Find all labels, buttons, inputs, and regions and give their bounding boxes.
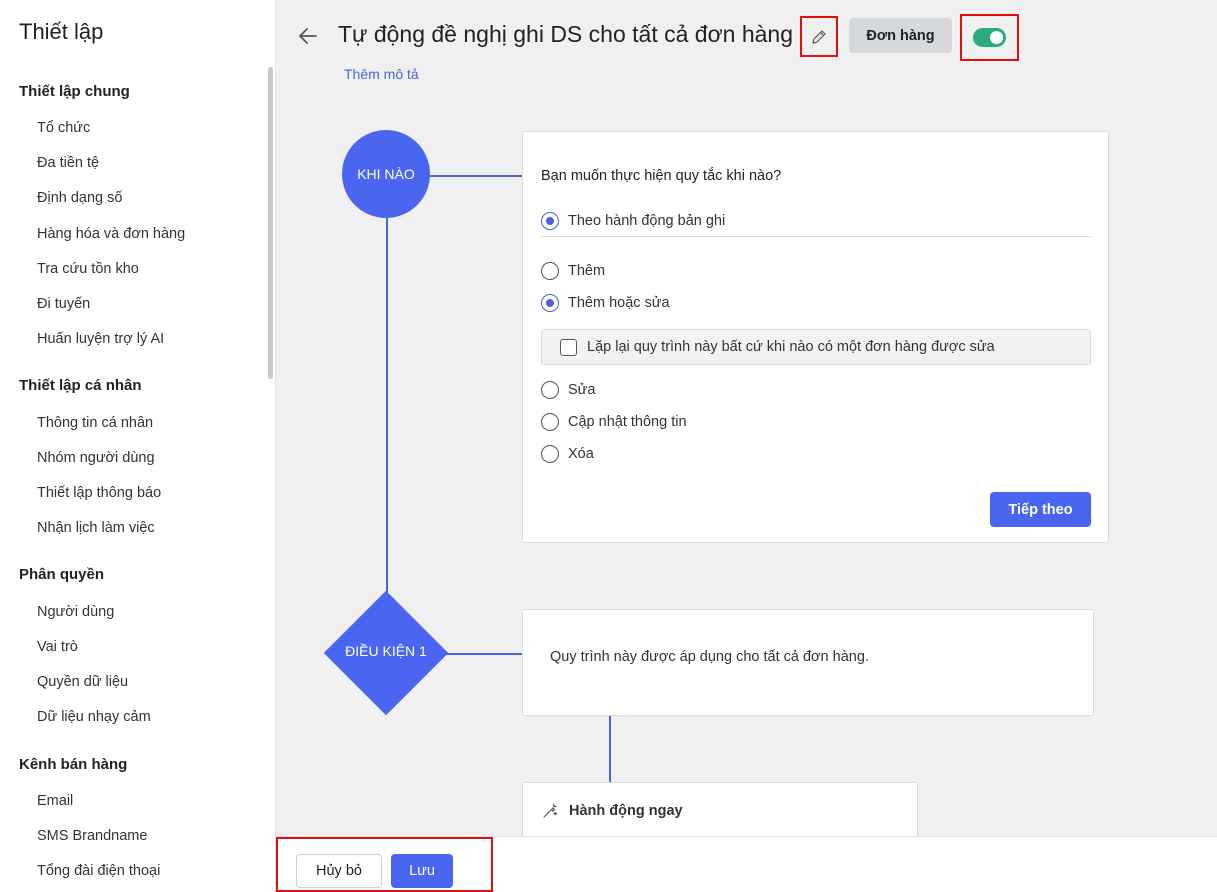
option-label: Sửa bbox=[568, 382, 596, 398]
object-type-badge: Đơn hàng bbox=[849, 18, 952, 53]
flow-connector-when bbox=[430, 175, 522, 177]
radio-icon[interactable] bbox=[541, 413, 559, 431]
when-question: Bạn muốn thực hiện quy tắc khi nào? bbox=[541, 168, 782, 184]
sidebar-group-general: Thiết lập chung bbox=[19, 83, 130, 100]
workflow-title: Tự động đề nghị ghi DS cho tất cả đơn hà… bbox=[338, 21, 794, 47]
option-add-or-edit[interactable]: Thêm hoặc sửa bbox=[541, 294, 670, 312]
sidebar-item-routes[interactable]: Đi tuyến bbox=[37, 296, 90, 312]
sidebar-item-number-format[interactable]: Định dạng số bbox=[37, 190, 122, 206]
repeat-option-label: Lặp lại quy trình này bất cứ khi nào có … bbox=[587, 339, 995, 355]
sidebar-item-sensitive-data[interactable]: Dữ liệu nhạy cảm bbox=[37, 709, 151, 725]
action-label: Hành động ngay bbox=[569, 803, 683, 819]
sidebar-item-roles[interactable]: Vai trò bbox=[37, 639, 78, 655]
back-arrow-icon[interactable] bbox=[296, 24, 320, 48]
sidebar-group-permissions: Phân quyền bbox=[19, 566, 105, 583]
action-card[interactable]: Hành động ngay bbox=[522, 782, 918, 836]
sidebar-item-user-groups[interactable]: Nhóm người dùng bbox=[37, 450, 155, 466]
sidebar-group-sales-channels: Kênh bán hàng bbox=[19, 756, 128, 773]
radio-selected-icon[interactable] bbox=[541, 212, 559, 230]
condition-node-label: ĐIỀU KIỆN 1 bbox=[345, 643, 427, 659]
repeat-option[interactable]: Lặp lại quy trình này bất cứ khi nào có … bbox=[541, 329, 1091, 365]
flow-connector-condition bbox=[446, 653, 522, 655]
sidebar-item-notification-settings[interactable]: Thiết lập thông báo bbox=[37, 485, 161, 501]
sidebar-item-inventory-lookup[interactable]: Tra cứu tồn kho bbox=[37, 261, 139, 277]
sidebar-item-call-center[interactable]: Tổng đài điện thoại bbox=[37, 863, 160, 879]
action-row[interactable]: Hành động ngay bbox=[541, 802, 683, 820]
condition-text: Quy trình này được áp dụng cho tất cả đơ… bbox=[550, 649, 869, 665]
sidebar-item-multi-currency[interactable]: Đa tiền tệ bbox=[37, 155, 99, 171]
trigger-option-record-action[interactable]: Theo hành động bản ghi bbox=[541, 212, 725, 230]
sidebar-item-organization[interactable]: Tổ chức bbox=[37, 120, 90, 136]
active-toggle[interactable] bbox=[973, 28, 1006, 47]
add-description-link[interactable]: Thêm mô tả bbox=[344, 66, 419, 82]
when-card: Bạn muốn thực hiện quy tắc khi nào? Theo… bbox=[522, 131, 1109, 543]
sidebar-item-email[interactable]: Email bbox=[37, 793, 73, 809]
flow-connector-vertical bbox=[386, 218, 388, 598]
magic-wand-icon bbox=[543, 803, 558, 818]
workflow-editor: Tự động đề nghị ghi DS cho tất cả đơn hà… bbox=[276, 0, 1217, 836]
trigger-option-label: Theo hành động bản ghi bbox=[568, 213, 726, 229]
checkbox-icon[interactable] bbox=[560, 338, 577, 356]
option-label: Thêm bbox=[568, 263, 606, 279]
condition-card[interactable]: Quy trình này được áp dụng cho tất cả đơ… bbox=[522, 609, 1094, 716]
cancel-button[interactable]: Hủy bỏ bbox=[296, 854, 382, 888]
save-button[interactable]: Lưu bbox=[391, 854, 453, 888]
radio-icon[interactable] bbox=[541, 262, 559, 280]
sidebar-item-personal-info[interactable]: Thông tin cá nhân bbox=[37, 415, 153, 431]
sidebar-item-sms-brandname[interactable]: SMS Brandname bbox=[37, 828, 147, 844]
option-label: Cập nhật thông tin bbox=[568, 414, 687, 430]
option-edit[interactable]: Sửa bbox=[541, 381, 595, 399]
edit-title-button[interactable] bbox=[800, 16, 838, 57]
pencil-icon bbox=[812, 29, 826, 44]
sidebar-scrollbar[interactable] bbox=[268, 67, 273, 379]
radio-icon[interactable] bbox=[541, 381, 559, 399]
next-button[interactable]: Tiếp theo bbox=[990, 492, 1091, 527]
option-delete[interactable]: Xóa bbox=[541, 445, 594, 463]
sidebar-item-ai-training[interactable]: Huấn luyện trợ lý AI bbox=[37, 331, 164, 347]
footer-bar: Hủy bỏ Lưu bbox=[276, 836, 1217, 892]
flow-connector-action bbox=[609, 716, 611, 782]
sidebar-item-work-schedule[interactable]: Nhận lịch làm việc bbox=[37, 520, 155, 536]
sidebar-item-products-orders[interactable]: Hàng hóa và đơn hàng bbox=[37, 226, 185, 242]
sidebar-title: Thiết lập bbox=[19, 19, 104, 44]
settings-sidebar: Thiết lập Thiết lập chung Tổ chức Đa tiề… bbox=[0, 0, 276, 892]
option-label: Xóa bbox=[568, 446, 594, 462]
option-update-info[interactable]: Cập nhật thông tin bbox=[541, 413, 687, 431]
radio-icon[interactable] bbox=[541, 445, 559, 463]
sidebar-item-users[interactable]: Người dùng bbox=[37, 604, 114, 620]
active-toggle-wrapper[interactable] bbox=[960, 14, 1019, 61]
footer-actions-highlight: Hủy bỏ Lưu bbox=[276, 837, 493, 892]
sidebar-group-personal: Thiết lập cá nhân bbox=[19, 377, 142, 394]
option-label: Thêm hoặc sửa bbox=[568, 295, 670, 311]
sidebar-item-data-permissions[interactable]: Quyền dữ liệu bbox=[37, 674, 128, 690]
option-add[interactable]: Thêm bbox=[541, 262, 605, 280]
divider bbox=[541, 236, 1091, 237]
radio-selected-icon[interactable] bbox=[541, 294, 559, 312]
when-node[interactable]: KHI NÀO bbox=[342, 130, 430, 218]
